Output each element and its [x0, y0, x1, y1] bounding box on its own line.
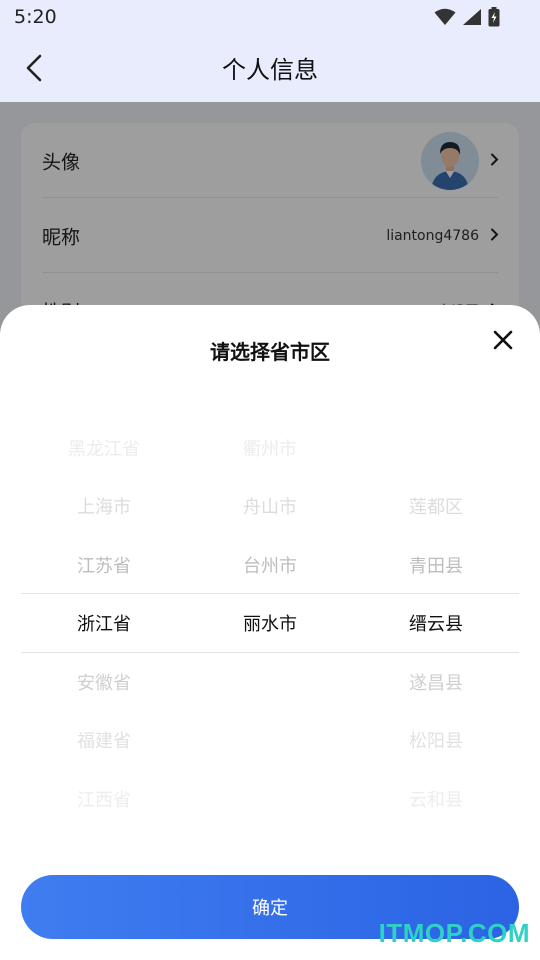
picker-item-province[interactable]: 黑龙江省 — [24, 435, 184, 461]
district-column[interactable]: 莲都区 青田县 缙云县 遂昌县 松阳县 云和县 — [356, 415, 516, 825]
province-column[interactable]: 黑龙江省 上海市 江苏省 浙江省 安徽省 福建省 江西省 — [24, 415, 184, 825]
top-bar: 5:20 个人信息 — [0, 0, 540, 102]
region-picker: 黑龙江省 上海市 江苏省 浙江省 安徽省 福建省 江西省 衢州市 舟山市 台州市… — [0, 415, 540, 825]
signal-icon — [462, 8, 482, 30]
picker-item-city[interactable]: 台州市 — [190, 552, 350, 578]
picker-item-city-selected[interactable]: 丽水市 — [190, 610, 350, 636]
picker-item-province[interactable]: 上海市 — [24, 493, 184, 519]
picker-item-city[interactable]: 衢州市 — [190, 435, 350, 461]
wifi-icon — [434, 8, 456, 30]
watermark: ITMOP.COM — [378, 918, 530, 948]
region-picker-sheet: 请选择省市区 黑龙江省 上海市 江苏省 浙江省 安徽省 福建省 江西省 衢州市 … — [0, 305, 540, 960]
close-button[interactable] — [490, 327, 516, 353]
picker-item-district[interactable]: 松阳县 — [356, 727, 516, 753]
sheet-title: 请选择省市区 — [210, 340, 330, 364]
picker-item-district[interactable]: 云和县 — [356, 786, 516, 812]
picker-item-province[interactable]: 江西省 — [24, 786, 184, 812]
page-title: 个人信息 — [222, 56, 318, 84]
battery-icon — [488, 7, 500, 31]
close-icon — [493, 330, 513, 350]
picker-item-district[interactable]: 莲都区 — [356, 493, 516, 519]
picker-item-province-selected[interactable]: 浙江省 — [24, 610, 184, 636]
status-time: 5:20 — [14, 6, 57, 28]
picker-item-city[interactable]: 舟山市 — [190, 493, 350, 519]
city-column[interactable]: 衢州市 舟山市 台州市 丽水市 — [190, 415, 350, 825]
picker-item-province[interactable]: 安徽省 — [24, 669, 184, 695]
picker-item-province[interactable]: 江苏省 — [24, 552, 184, 578]
status-icons — [434, 7, 500, 31]
picker-item-district-selected[interactable]: 缙云县 — [356, 610, 516, 636]
picker-item-province[interactable]: 福建省 — [24, 727, 184, 753]
picker-item-district[interactable]: 青田县 — [356, 552, 516, 578]
picker-item-district[interactable]: 遂昌县 — [356, 669, 516, 695]
